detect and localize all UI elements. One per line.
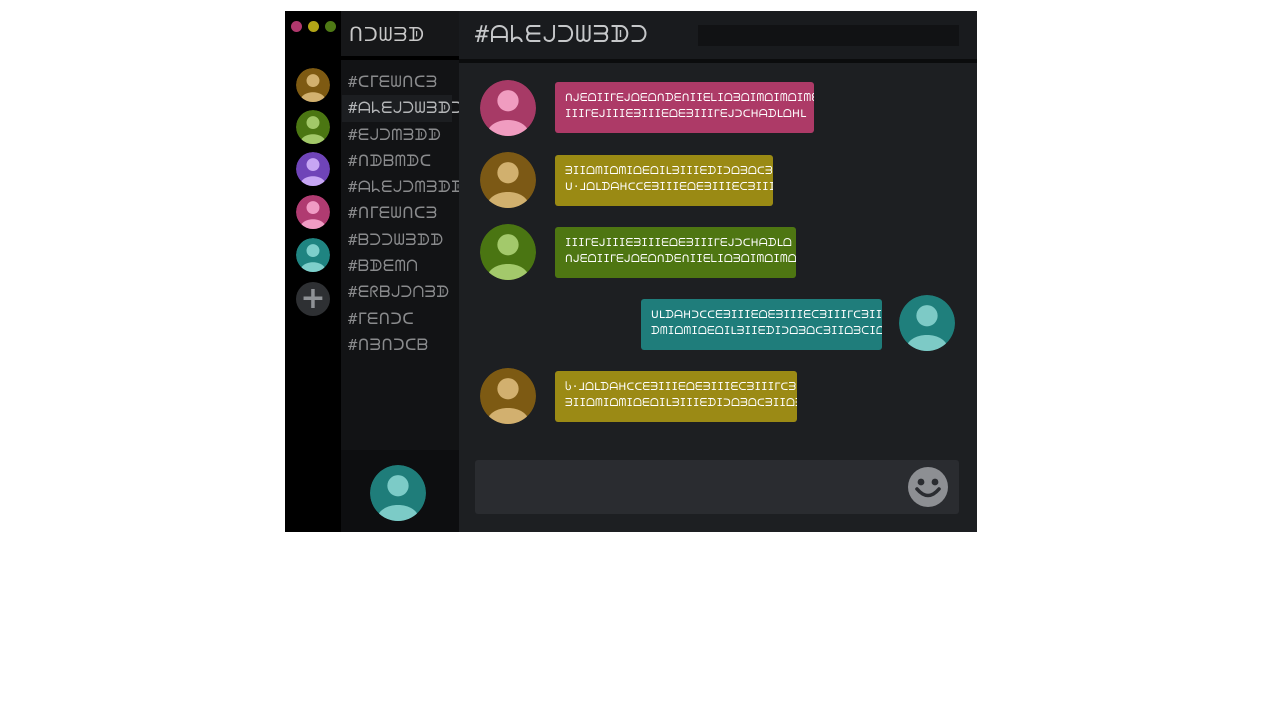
channel-list: #ᑕᒥᗴᗯᑎᑕᗱ #ᗩᖺᗴᒍᑐᗯᗱᗫᑐ #ᗴᒍᑐᗰᗱᗫᗫ #ᑎᗫᗷᗰᗫᑕ #ᗩᖺᗴᒍᑐᗰ… (341, 69, 464, 358)
message-bubble: ᑎᒍᗴᗝIIᒥᗴᒍᗝᗴᗝᑎᗪᗴᑎIIᗴᒪIᗝᗱᗝIᗰᗝIᗰᗝIᗰᗴ IIIᒥᗴᒍI… (555, 82, 814, 133)
message-bubble: Ⴑ·ᒧᗝᒪᗪᗩᕼᑕᑕᗴᗱIIIᗴᗝᗴᗱIIIᗴᑕᗱIIIᒥᑕᗱ ᗱIIᗝᗰIᗝᗰI… (555, 371, 797, 422)
server-icon-4[interactable] (296, 195, 330, 229)
message-text-line: ᗱIIᗝᗰIᗝᗰIᗝᗴᗝIᒪᗱIIIᗴᗪIᑐᗝᗱᗝᑕᗱIIᗝᗱᑕ (565, 397, 797, 409)
message-text-line: ᑎᒍᗴᗝIIᒥᗴᒍᗝᗴᗝᑎᗪᗴᑎIIᗴᒪIᗝᗱᗝIᗰᗝIᗰᗝ (565, 253, 796, 265)
channel-item[interactable]: #ᗷᑐᑐᗯᗱᗫᗫ (342, 227, 452, 253)
message-text-line: IIIᒥᗴᒍIIIᗴᗱIIIᗴᗝᗴᗱIIIᒥᗴᒍᑐᑕᕼᗩᗪᒪᗝ (565, 237, 793, 249)
message-text-line: ᑌ·ᒧᗝᒪᗪᗩᕼᑕᑕᗴᗱIIIᗴᗝᗴᗱIIIᗴᑕᗱIII (565, 181, 773, 193)
smiley-icon[interactable] (907, 466, 949, 508)
server-rail: + (285, 11, 341, 532)
maximize-window-button[interactable] (325, 21, 336, 32)
message-text-line: ᗪᗰIᗝᗰIᗝᗴᗝIᒪᗱIIᗴᗪIᑐᗝᗱᗝᑕᗱIIᗝᗱᑕIᗝ (651, 325, 882, 337)
window-controls (291, 21, 336, 32)
channel-item[interactable]: #ᒥᗴᑎᑐᑕ (342, 306, 452, 332)
server-icon-5[interactable] (296, 238, 330, 272)
chat-app-window: + ᑎᑐᗯᗱᗫ #ᑕᒥᗴᗯᑎᑕᗱ #ᗩᖺᗴᒍᑐᗯᗱᗫᑐ #ᗴᒍᑐᗰᗱᗫᗫ #ᑎᗫᗷᗰᗫ… (285, 11, 977, 532)
message-avatar[interactable] (480, 224, 536, 280)
message-avatar[interactable] (899, 295, 955, 351)
server-name: ᑎᑐᗯᗱᗫ (341, 11, 459, 60)
channel-item[interactable]: #ᗴᒍᑐᗰᗱᗫᗫ (342, 122, 452, 148)
channel-item[interactable]: #ᑎᗱᑎᑐᑕᗷ (342, 332, 452, 358)
message-text-line: ᗱIIᗝᗰIᗝᗰIᗝᗴᗝIᒪᗱIIIᗴᗪIᑐᗝᗱᗝᑕᗱI (565, 165, 773, 177)
channel-item[interactable]: #ᗩᖺᗴᒍᑐᗰᗱᗫᗫ (342, 174, 464, 200)
channel-item[interactable]: #ᗷᗫᗴᗰᑎ (342, 253, 452, 279)
message-bubble: ᗱIIᗝᗰIᗝᗰIᗝᗴᗝIᒪᗱIIIᗴᗪIᑐᗝᗱᗝᑕᗱI ᑌ·ᒧᗝᒪᗪᗩᕼᑕᑕᗴᗱ… (555, 155, 773, 206)
message-composer (475, 460, 959, 516)
server-icon-1[interactable] (296, 68, 330, 102)
server-icon-3[interactable] (296, 152, 330, 186)
message-text-line: ᑎᒍᗴᗝIIᒥᗴᒍᗝᗴᗝᑎᗪᗴᑎIIᗴᒪIᗝᗱᗝIᗰᗝIᗰᗝIᗰᗴ (565, 92, 814, 104)
current-user-panel (341, 450, 459, 532)
channel-item[interactable]: #ᑎᒥᗴᗯᑎᑕᗱ (342, 200, 452, 226)
message-text-line: ᑌᒪᗪᗩᕼᑐᑕᑕᗴᗱIIIᗴᗝᗴᗱIIIᗴᑕᗱIIIᒥᑕᗱIII (651, 309, 882, 321)
message-avatar[interactable] (480, 80, 536, 136)
server-icon-2[interactable] (296, 110, 330, 144)
message-bubble: IIIᒥᗴᒍIIIᗴᗱIIIᗴᗝᗴᗱIIIᒥᗴᒍᑐᑕᕼᗩᗪᒪᗝ ᑎᒍᗴᗝIIᒥᗴᒍ… (555, 227, 796, 278)
chat-main: #ᗩᖺᗴᒍᑐᗯᗱᗫᑐ ᑎᒍᗴᗝIIᒥᗴᒍᗝᗴᗝᑎᗪᗴᑎIIᗴᒪIᗝᗱᗝIᗰᗝIᗰ… (459, 11, 977, 532)
channel-item[interactable]: #ᗴᖇᗷᒍᑐᑎᗱᗫ (342, 279, 452, 305)
close-window-button[interactable] (291, 21, 302, 32)
minimize-window-button[interactable] (308, 21, 319, 32)
message-text-line: IIIᒥᗴᒍIIIᗴᗱIIIᗴᗝᗴᗱIIIᒥᗴᒍᑐᑕᕼᗩᗪᒪᗝᕼᒪ (565, 108, 807, 120)
channel-item[interactable]: #ᗩᖺᗴᒍᑐᗯᗱᗫᑐ (342, 95, 463, 122)
channel-item[interactable]: #ᑎᗫᗷᗰᗫᑕ (342, 148, 452, 174)
message-avatar[interactable] (480, 152, 536, 208)
search-input[interactable] (698, 25, 959, 46)
channel-header: #ᗩᖺᗴᒍᑐᗯᗱᗫᑐ (459, 11, 977, 63)
current-user-avatar[interactable] (370, 465, 426, 521)
message-input[interactable] (485, 460, 899, 516)
message-bubble: ᑌᒪᗪᗩᕼᑐᑕᑕᗴᗱIIIᗴᗝᗴᗱIIIᗴᑕᗱIIIᒥᑕᗱIII ᗪᗰIᗝᗰIᗝᗴ… (641, 299, 882, 350)
channel-sidebar: ᑎᑐᗯᗱᗫ #ᑕᒥᗴᗯᑎᑕᗱ #ᗩᖺᗴᒍᑐᗯᗱᗫᑐ #ᗴᒍᑐᗰᗱᗫᗫ #ᑎᗫᗷᗰᗫᑕ #… (341, 11, 464, 532)
message-avatar[interactable] (480, 368, 536, 424)
page-title: #ᗩᖺᗴᒍᑐᗯᗱᗫᑐ (475, 22, 649, 48)
add-server-button[interactable]: + (296, 282, 330, 316)
message-text-line: Ⴑ·ᒧᗝᒪᗪᗩᕼᑕᑕᗴᗱIIIᗴᗝᗴᗱIIIᗴᑕᗱIIIᒥᑕᗱ (565, 381, 797, 393)
channel-item[interactable]: #ᑕᒥᗴᗯᑎᑕᗱ (342, 69, 452, 95)
